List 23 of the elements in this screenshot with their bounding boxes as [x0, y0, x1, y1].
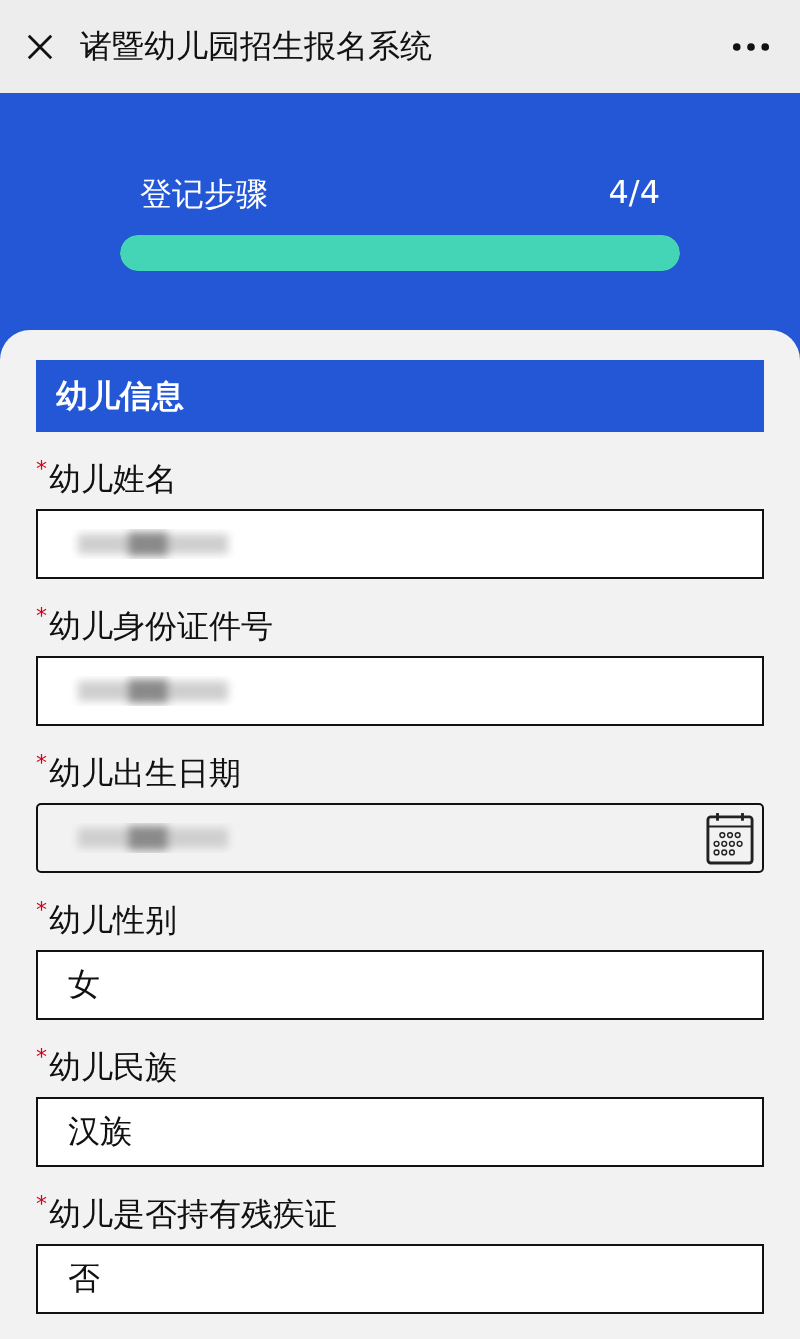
progress-label: 登记步骤 — [140, 174, 268, 215]
field-label: 幼儿性别 — [49, 899, 177, 941]
close-icon[interactable] — [26, 32, 54, 61]
required-mark: * — [36, 603, 47, 628]
required-mark: * — [36, 750, 47, 775]
field-label: 幼儿民族 — [49, 1046, 177, 1088]
more-icon[interactable] — [732, 41, 770, 52]
required-mark: * — [36, 897, 47, 922]
field-label: 幼儿出生日期 — [49, 752, 241, 794]
progress-reading: 4/4 — [608, 173, 660, 213]
required-mark: * — [36, 456, 47, 481]
required-mark: * — [36, 1191, 47, 1216]
input-field[interactable]: 汉族 — [36, 1097, 764, 1167]
field-label: 幼儿是否持有残疾证 — [49, 1193, 337, 1235]
input-field[interactable] — [36, 509, 764, 579]
input-field[interactable]: 否 — [36, 1244, 764, 1314]
field-label: 幼儿姓名 — [49, 458, 177, 500]
input-field[interactable]: 女 — [36, 950, 764, 1020]
section-header: 幼儿信息 — [36, 360, 764, 432]
required-mark: * — [36, 1044, 47, 1069]
field-label: 幼儿身份证件号 — [49, 605, 273, 647]
window-title: 诸暨幼儿园招生报名系统 — [80, 25, 433, 67]
input-field[interactable] — [36, 656, 764, 726]
